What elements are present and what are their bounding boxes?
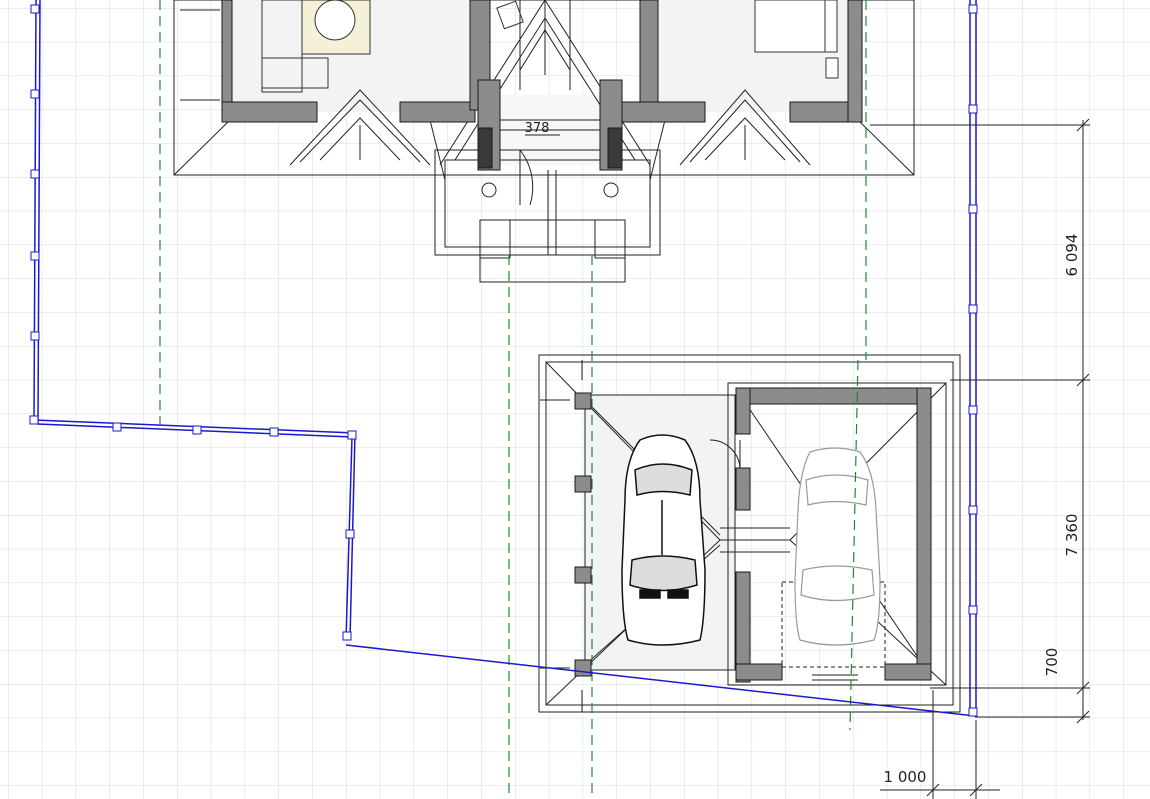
floor-plan-canvas[interactable]: 6 094 7 360 700 1 000 378 [0, 0, 1150, 799]
dimension-label-700: 700 [1043, 648, 1061, 677]
door-width-label: 378 [525, 121, 550, 136]
car-icon [794, 447, 881, 646]
car-icon [621, 434, 706, 646]
dimension-label-7360: 7 360 [1063, 514, 1081, 557]
dimension-label-1000: 1 000 [884, 768, 927, 786]
round-table-icon [314, 0, 356, 41]
dimension-label-6094: 6 094 [1063, 234, 1081, 277]
